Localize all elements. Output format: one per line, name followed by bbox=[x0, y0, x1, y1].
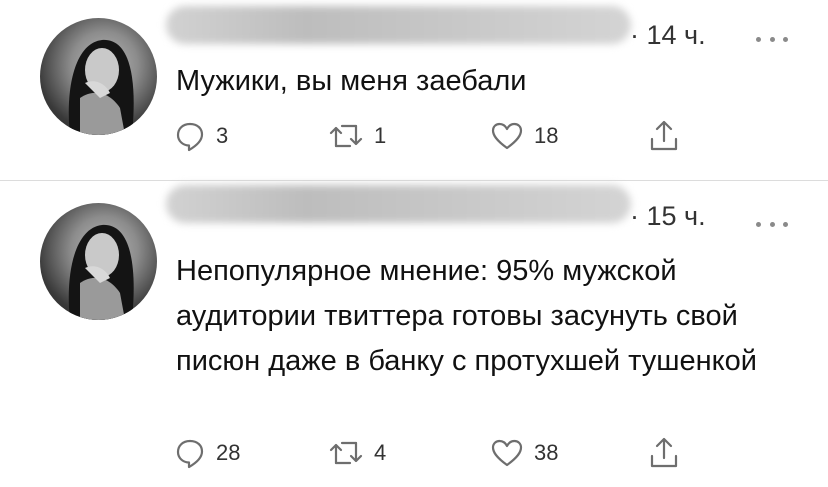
more-icon[interactable] bbox=[756, 35, 788, 43]
like-button[interactable]: 38 bbox=[490, 433, 558, 473]
share-icon bbox=[650, 437, 678, 468]
tweet-actions: 28 4 38 bbox=[0, 433, 828, 473]
like-button[interactable]: 18 bbox=[490, 116, 558, 156]
reply-button[interactable]: 28 bbox=[174, 433, 240, 473]
tweet-time[interactable]: · 15 ч. bbox=[630, 201, 706, 232]
author-name-redacted bbox=[166, 185, 631, 223]
tweet[interactable]: · 15 ч. Непопулярное мнение: 95% мужской… bbox=[0, 181, 828, 487]
author-name-redacted bbox=[166, 6, 631, 44]
more-icon[interactable] bbox=[756, 220, 788, 228]
tweet-text: Мужики, вы меня заебали bbox=[176, 65, 527, 97]
like-count: 38 bbox=[534, 440, 559, 465]
share-button[interactable] bbox=[648, 433, 680, 473]
share-button[interactable] bbox=[648, 116, 680, 156]
reply-count: 3 bbox=[216, 123, 229, 148]
reply-icon bbox=[176, 439, 204, 469]
avatar[interactable] bbox=[40, 203, 157, 320]
retweet-button[interactable]: 1 bbox=[328, 116, 386, 156]
reply-icon bbox=[176, 122, 204, 152]
tweet-text: Непопулярное мнение: 95% мужской аудитор… bbox=[176, 255, 757, 377]
retweet-icon bbox=[329, 124, 363, 148]
reply-button[interactable]: 3 bbox=[174, 116, 228, 156]
tweet-actions: 3 1 18 bbox=[0, 116, 828, 156]
share-icon bbox=[650, 120, 678, 151]
tweet-time[interactable]: · 14 ч. bbox=[630, 20, 706, 51]
retweet-icon bbox=[329, 441, 363, 465]
retweet-count: 4 bbox=[374, 440, 387, 465]
like-count: 18 bbox=[534, 123, 559, 148]
retweet-count: 1 bbox=[374, 123, 387, 148]
tweet[interactable]: · 14 ч. Мужики, вы меня заебали 3 1 18 bbox=[0, 0, 828, 180]
reply-count: 28 bbox=[216, 440, 241, 465]
like-icon bbox=[491, 439, 523, 467]
like-icon bbox=[491, 122, 523, 150]
retweet-button[interactable]: 4 bbox=[328, 433, 386, 473]
